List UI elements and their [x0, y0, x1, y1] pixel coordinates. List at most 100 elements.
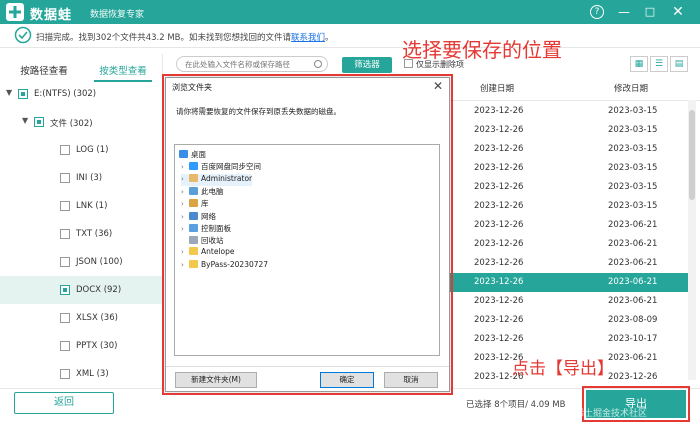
tree-checkbox[interactable]: [34, 117, 44, 127]
tab-by-path[interactable]: 按路径查看: [14, 60, 74, 82]
tree-item[interactable]: XML (3): [0, 360, 163, 388]
selection-info: 已选择 8个项目/ 4.09 MB: [466, 400, 566, 410]
tree-item[interactable]: LNK (1): [0, 192, 163, 220]
table-row[interactable]: 2023-12-26 2023-06-21: [440, 254, 688, 273]
tab-by-type[interactable]: 按类型查看: [94, 60, 152, 82]
annotation-save-location: 选择要保存的位置: [402, 38, 562, 62]
table-row[interactable]: 2023-12-26 2023-03-15: [440, 197, 688, 216]
tree-item-label: INI (3): [76, 173, 103, 183]
tree-checkbox[interactable]: [60, 257, 70, 267]
modified-date-cell: 2023-12-26: [608, 372, 658, 382]
minimize-icon[interactable]: —: [616, 4, 632, 20]
app-logo-icon: [6, 3, 24, 21]
tree-item-label: LOG (1): [76, 145, 109, 155]
back-button[interactable]: 返回: [14, 392, 114, 414]
modified-date-cell: 2023-03-15: [608, 182, 658, 192]
search-input[interactable]: [185, 59, 315, 69]
annotation-click-export: 点击【导出】: [512, 359, 614, 379]
created-date-cell: 2023-12-26: [474, 334, 524, 344]
modified-date-cell: 2023-03-15: [608, 163, 658, 173]
list-view-icon[interactable]: ☰: [650, 56, 668, 72]
tree-checkbox[interactable]: [60, 173, 70, 183]
header-divider: [440, 100, 700, 101]
tree-item[interactable]: ▼ E:(NTFS) (302): [0, 80, 163, 108]
tree-checkbox[interactable]: [60, 313, 70, 323]
app-subtitle: 数据恢复专家: [90, 10, 145, 20]
check-circle-icon: [14, 26, 32, 44]
detail-view-icon[interactable]: ▤: [670, 56, 688, 72]
tree-item[interactable]: DOCX (92): [0, 276, 163, 304]
title-bar: 数据蛙 数据恢复专家 ? — □ ✕: [0, 0, 700, 24]
tree-item[interactable]: JSON (100): [0, 248, 163, 276]
modified-date-cell: 2023-06-21: [608, 277, 658, 287]
tree-checkbox[interactable]: [60, 201, 70, 211]
created-date-cell: 2023-12-26: [474, 182, 524, 192]
scan-status-text: 扫描完成。找到302个文件共43.2 MB。如未找到您想找回的文件请联系我们。: [36, 33, 334, 43]
tree-item[interactable]: PPTX (30): [0, 332, 163, 360]
table-row[interactable]: 2023-12-26 2023-06-21: [440, 273, 688, 292]
modified-date-cell: 2023-06-21: [608, 220, 658, 230]
tree-item[interactable]: INI (3): [0, 164, 163, 192]
created-date-cell: 2023-12-26: [474, 125, 524, 135]
tree-item[interactable]: XLSX (36): [0, 304, 163, 332]
tree-item-label: XLSX (36): [76, 313, 118, 323]
maximize-icon[interactable]: □: [642, 4, 658, 20]
app-name: 数据蛙: [30, 8, 73, 23]
created-date-cell: 2023-12-26: [474, 239, 524, 249]
table-row[interactable]: 2023-12-26 2023-03-15: [440, 178, 688, 197]
modified-date-cell: 2023-06-21: [608, 353, 658, 363]
table-row[interactable]: 2023-12-26 2023-03-15: [440, 140, 688, 159]
table-row[interactable]: 2023-12-26 2023-06-21: [440, 235, 688, 254]
tree-item-label: 文件 (302): [50, 119, 93, 129]
column-header-modified[interactable]: 修改日期: [614, 78, 648, 100]
table-row[interactable]: 2023-12-26 2023-08-09: [440, 311, 688, 330]
tree-checkbox[interactable]: [60, 229, 70, 239]
modified-date-cell: 2023-03-15: [608, 125, 658, 135]
created-date-cell: 2023-12-26: [474, 315, 524, 325]
expand-caret-icon[interactable]: ▼: [6, 88, 12, 97]
created-date-cell: 2023-12-26: [474, 144, 524, 154]
modified-date-cell: 2023-06-21: [608, 258, 658, 268]
table-row[interactable]: 2023-12-26 2023-06-21: [440, 292, 688, 311]
created-date-cell: 2023-12-26: [474, 258, 524, 268]
tree-item-label: DOCX (92): [76, 285, 122, 295]
column-header-created[interactable]: 创建日期: [480, 78, 514, 100]
tree-item-label: XML (3): [76, 369, 109, 379]
modified-date-cell: 2023-06-21: [608, 296, 658, 306]
thumbnail-view-icon[interactable]: ▦: [630, 56, 648, 72]
table-row[interactable]: 2023-12-26 2023-06-21: [440, 216, 688, 235]
tree-checkbox[interactable]: [60, 145, 70, 155]
tree-checkbox[interactable]: [60, 369, 70, 379]
modified-date-cell: 2023-03-15: [608, 106, 658, 116]
created-date-cell: 2023-12-26: [474, 220, 524, 230]
tree-item[interactable]: LOG (1): [0, 136, 163, 164]
modified-date-cell: 2023-03-15: [608, 144, 658, 154]
created-date-cell: 2023-12-26: [474, 296, 524, 306]
table-scrollbar-thumb[interactable]: [689, 110, 695, 200]
table-row[interactable]: 2023-12-26 2023-10-17: [440, 330, 688, 349]
modified-date-cell: 2023-10-17: [608, 334, 658, 344]
tree-item-label: LNK (1): [76, 201, 108, 211]
table-row[interactable]: 2023-12-26 2023-03-15: [440, 159, 688, 178]
filter-button[interactable]: 筛选器: [342, 57, 392, 73]
search-icon[interactable]: [314, 60, 322, 68]
table-row[interactable]: 2023-12-26 2023-03-15: [440, 121, 688, 140]
tree-checkbox[interactable]: [60, 341, 70, 351]
tree-item[interactable]: TXT (36): [0, 220, 163, 248]
left-panel: 按路径查看 按类型查看 ▼ E:(NTFS) (302) ▼ 文件 (302) LOG …: [0, 54, 163, 390]
help-icon[interactable]: ?: [590, 5, 604, 19]
tree-item[interactable]: ▼ 文件 (302): [0, 108, 163, 136]
close-icon[interactable]: ✕: [670, 4, 686, 20]
tree-item-label: TXT (36): [76, 229, 113, 239]
tree-checkbox[interactable]: [60, 285, 70, 295]
search-box[interactable]: [176, 56, 328, 72]
modified-date-cell: 2023-08-09: [608, 315, 658, 325]
table-row[interactable]: 2023-12-26 2023-03-15: [440, 102, 688, 121]
tree-checkbox[interactable]: [18, 89, 28, 99]
tree-item-label: JSON (100): [76, 257, 123, 267]
modified-date-cell: 2023-06-21: [608, 239, 658, 249]
tree-item-label: E:(NTFS) (302): [34, 89, 97, 99]
expand-caret-icon[interactable]: ▼: [22, 116, 28, 125]
contact-us-link[interactable]: 联系我们: [291, 33, 325, 43]
created-date-cell: 2023-12-26: [474, 163, 524, 173]
